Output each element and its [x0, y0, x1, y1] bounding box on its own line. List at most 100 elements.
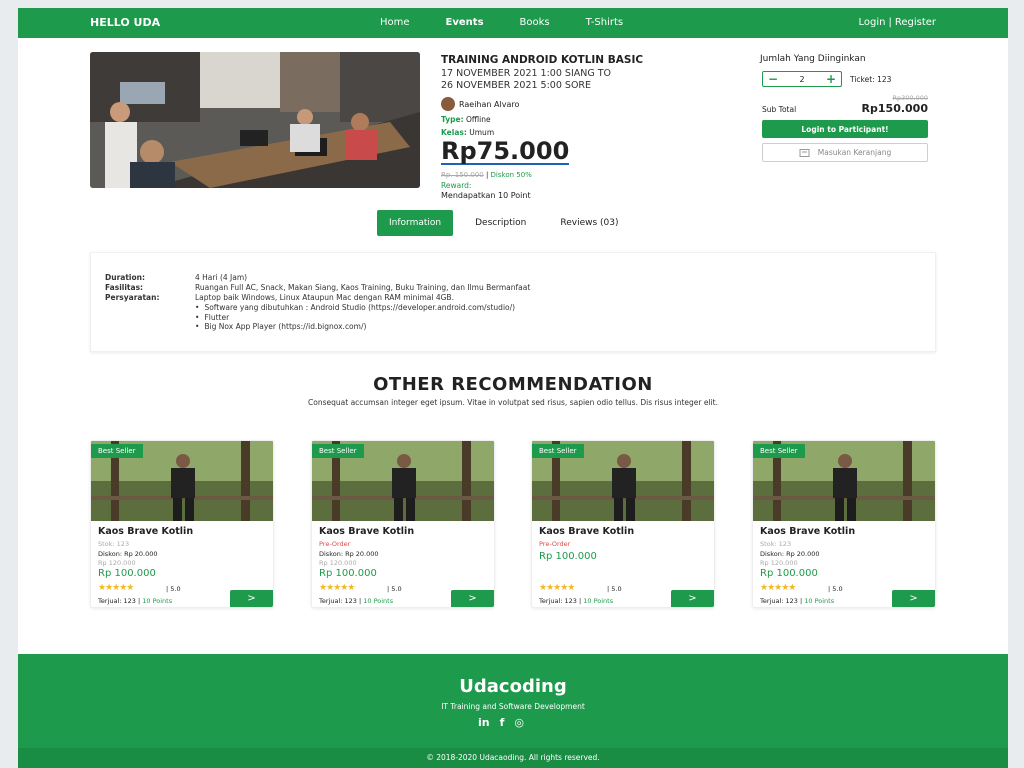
rating-value: | 5.0 — [828, 585, 843, 593]
page: HELLO UDA Home Events Books T-Shirts Log… — [18, 8, 1008, 768]
sold-count: Terjual: 123 | 10 Points — [539, 597, 613, 605]
sold-count: Terjual: 123 | 10 Points — [760, 597, 834, 605]
kelas-label: Kelas: — [441, 128, 467, 137]
sold-text: Terjual: 123 | — [539, 597, 582, 605]
top-navbar: HELLO UDA Home Events Books T-Shirts Log… — [18, 8, 1008, 38]
points-text: 10 Points — [142, 597, 173, 605]
old-price: Rp 120.000 — [760, 559, 798, 567]
price-discount: Rp. 150.000 | Diskon 50% — [441, 171, 741, 179]
sold-count: Terjual: 123 | 10 Points — [319, 597, 393, 605]
view-product-button[interactable]: > — [892, 590, 935, 607]
stock-status: Pre-Order — [539, 540, 571, 548]
product-name: Kaos Brave Kotlin — [539, 526, 635, 537]
requirement-list: Software yang dibutuhkan : Android Studi… — [195, 303, 515, 332]
brand-logo[interactable]: HELLO UDA — [90, 16, 160, 29]
login-link[interactable]: Login — [858, 17, 885, 28]
product-photo: Best Seller — [91, 441, 273, 521]
author-avatar — [441, 97, 455, 111]
view-product-button[interactable]: > — [671, 590, 714, 607]
product-photo: Best Seller — [312, 441, 494, 521]
minus-button[interactable]: − — [768, 72, 778, 86]
event-photo — [90, 52, 420, 188]
rating-stars-icon: ★★★★★ — [98, 583, 134, 593]
list-item: Software yang dibutuhkan : Android Studi… — [195, 303, 515, 313]
subtotal-row: Sub Total Rp150.000 — [762, 102, 928, 115]
information-panel: Duration: 4 Hari (4 Jam) Fasilitas: Ruan… — [90, 252, 936, 352]
subtotal-label: Sub Total — [762, 105, 797, 114]
product-card[interactable]: Best Seller Kaos Brave Kotlin Pre-Order Dis… — [311, 440, 495, 608]
facility-value: Ruangan Full AC, Snack, Makan Siang, Kao… — [195, 283, 531, 292]
footer-logo[interactable]: Udacoding — [18, 676, 1008, 697]
product-card[interactable]: Best Seller Kaos Brave Kotlin Stok: 123 Dis… — [752, 440, 936, 608]
product-photo: Best Seller — [753, 441, 935, 521]
tab-reviews[interactable]: Reviews (03) — [548, 210, 630, 236]
instagram-icon[interactable]: ◎ — [514, 716, 524, 729]
type-value: Offline — [465, 115, 491, 124]
reward-label: Reward: — [441, 181, 472, 190]
detail-tabs: Information Description Reviews (03) — [377, 210, 641, 236]
rating-stars-icon: ★★★★★ — [319, 583, 355, 593]
event-date-start: 17 NOVEMBER 2021 1:00 SIANG TO — [441, 68, 612, 79]
duration-value: 4 Hari (4 Jam) — [195, 273, 248, 282]
nav-links: Home Events Books T-Shirts — [380, 17, 659, 28]
footer-tagline: IT Training and Software Development — [441, 702, 585, 711]
quantity-label: Jumlah Yang Diinginkan — [760, 54, 866, 64]
register-link[interactable]: Register — [895, 17, 936, 28]
rating-value: | 5.0 — [387, 585, 402, 593]
linkedin-icon[interactable]: in — [478, 716, 490, 729]
rating-stars-icon: ★★★★★ — [539, 583, 575, 593]
sold-count: Terjual: 123 | 10 Points — [98, 597, 172, 605]
nav-books[interactable]: Books — [520, 17, 550, 28]
type-label: Type: — [441, 115, 464, 124]
product-name: Kaos Brave Kotlin — [98, 526, 194, 537]
tab-information[interactable]: Information — [377, 210, 454, 236]
tab-description[interactable]: Description — [463, 210, 538, 236]
nav-tshirts[interactable]: T-Shirts — [586, 17, 624, 28]
event-kelas: Kelas: Umum — [441, 128, 741, 137]
old-price: Rp. 150.000 — [441, 171, 484, 179]
discount-text: Diskon: Rp 20.000 — [98, 550, 158, 558]
view-product-button[interactable]: > — [451, 590, 494, 607]
purchase-panel: Jumlah Yang Diinginkan − 2 + Ticket: 123… — [760, 54, 936, 168]
quantity-value[interactable]: 2 — [799, 75, 804, 84]
product-card[interactable]: Best Seller Kaos Brave Kotlin Pre-Order Rp … — [531, 440, 715, 608]
product-price: Rp 100.000 — [319, 568, 377, 579]
sold-text: Terjual: 123 | — [319, 597, 362, 605]
product-price: Rp 100.000 — [760, 568, 818, 579]
best-seller-badge: Best Seller — [532, 444, 584, 458]
view-product-button[interactable]: > — [230, 590, 273, 607]
login-participant-button[interactable]: Login to Participant! — [762, 120, 928, 138]
subtotal-value: Rp150.000 — [861, 102, 928, 115]
plus-button[interactable]: + — [826, 72, 836, 86]
quantity-stepper: − 2 + — [762, 71, 842, 87]
facebook-icon[interactable]: f — [500, 716, 505, 729]
product-photo: Best Seller — [532, 441, 714, 521]
duration-label: Duration: — [105, 273, 145, 282]
stock-status: Stok: 123 — [98, 540, 130, 548]
rating-stars-icon: ★★★★★ — [760, 583, 796, 593]
stock-status: Pre-Order — [319, 540, 351, 548]
event-title: TRAINING ANDROID KOTLIN BASIC — [441, 54, 644, 66]
points-text: 10 Points — [804, 597, 835, 605]
event-detail: TRAINING ANDROID KOTLIN BASIC 17 NOVEMBE… — [441, 54, 741, 200]
product-card[interactable]: Best Seller Kaos Brave Kotlin Stok: 123 Dis… — [90, 440, 274, 608]
requirement-value: Laptop baik Windows, Linux Ataupun Mac d… — [195, 293, 454, 302]
nav-home[interactable]: Home — [380, 17, 410, 28]
old-price: Rp 120.000 — [319, 559, 357, 567]
add-to-cart-button[interactable]: Masukan Keranjang — [762, 143, 928, 162]
requirement-row: Persyaratan: Laptop baik Windows, Linux … — [105, 293, 454, 302]
points-text: 10 Points — [583, 597, 614, 605]
product-price: Rp 100.000 — [539, 551, 597, 562]
cart-icon — [799, 148, 810, 157]
reward-value: Mendapatkan 10 Point — [441, 191, 531, 200]
list-item: Flutter — [195, 313, 515, 323]
rating-value: | 5.0 — [166, 585, 181, 593]
author: Raeihan Alvaro — [441, 97, 741, 111]
rating-value: | 5.0 — [607, 585, 622, 593]
auth-links: Login | Register — [858, 17, 936, 28]
event-date-end: 26 NOVEMBER 2021 5:00 SORE — [441, 80, 592, 91]
nav-events[interactable]: Events — [446, 17, 484, 28]
sold-text: Terjual: 123 | — [760, 597, 803, 605]
author-name: Raeihan Alvaro — [459, 99, 520, 109]
recommendation-heading: OTHER RECOMMENDATION — [373, 374, 653, 395]
